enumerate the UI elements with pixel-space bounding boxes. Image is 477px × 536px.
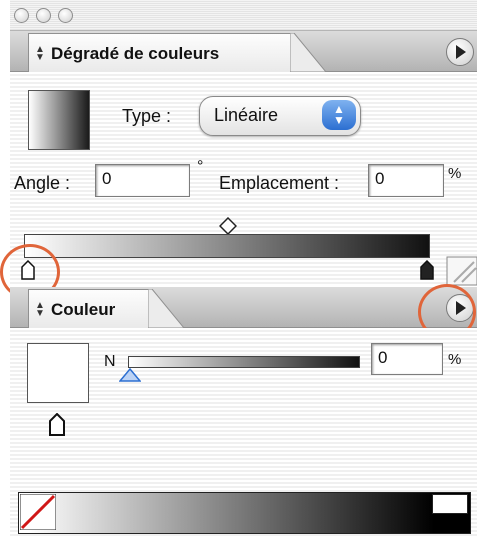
tint-slider-thumb[interactable]: [119, 368, 141, 382]
gradient-stop-black[interactable]: [420, 260, 434, 280]
tab-gradient-label: Dégradé de couleurs: [51, 44, 220, 63]
location-field[interactable]: 0: [368, 164, 444, 197]
tint-value-field[interactable]: 0: [371, 343, 443, 375]
color-tab-row: ▲ ▼ Couleur: [10, 287, 477, 329]
gradient-ramp[interactable]: [24, 234, 430, 258]
gradient-preview-swatch[interactable]: [28, 90, 90, 150]
minimize-light-icon[interactable]: [36, 8, 51, 23]
type-select[interactable]: Linéaire ▲ ▼: [199, 96, 361, 136]
location-unit: %: [448, 165, 462, 182]
type-select-value: Linéaire: [214, 105, 279, 125]
tab-color-label: Couleur: [51, 300, 116, 319]
sort-arrows-icon: ▲ ▼: [35, 300, 45, 319]
white-swatch[interactable]: [432, 494, 468, 514]
diamond-midpoint-icon[interactable]: [219, 217, 237, 235]
select-arrows-icon: ▲ ▼: [322, 100, 356, 130]
zoom-light-icon[interactable]: [58, 8, 73, 23]
fill-color-swatch[interactable]: [27, 343, 89, 403]
degree-symbol: °: [197, 158, 204, 175]
tab-color-edge: [148, 289, 184, 328]
channel-label: N: [104, 353, 116, 370]
tab-color[interactable]: ▲ ▼ Couleur: [28, 289, 149, 329]
gradient-panel-menu-button[interactable]: [446, 38, 474, 66]
gradient-tab-row: ▲ ▼ Dégradé de couleurs: [10, 31, 477, 73]
sort-arrows-icon: ▲ ▼: [35, 44, 45, 63]
reverse-gradient-icon[interactable]: [446, 256, 477, 286]
tab-gradient-edge: [290, 33, 326, 72]
tab-gradient[interactable]: ▲ ▼ Dégradé de couleurs: [28, 33, 291, 73]
none-swatch-icon[interactable]: [20, 494, 56, 530]
tint-slider-track[interactable]: [128, 356, 360, 368]
gradient-stop-icon: [49, 413, 65, 436]
panel-menu-icon: [456, 45, 466, 59]
window-titlebar: [10, 0, 477, 31]
type-label: Type :: [122, 106, 172, 126]
angle-field[interactable]: 0: [95, 164, 190, 197]
close-light-icon[interactable]: [14, 8, 29, 23]
location-label: Emplacement :: [219, 173, 340, 193]
tint-unit: %: [448, 351, 462, 368]
color-ramp[interactable]: [18, 492, 471, 534]
angle-label: Angle :: [14, 173, 71, 193]
